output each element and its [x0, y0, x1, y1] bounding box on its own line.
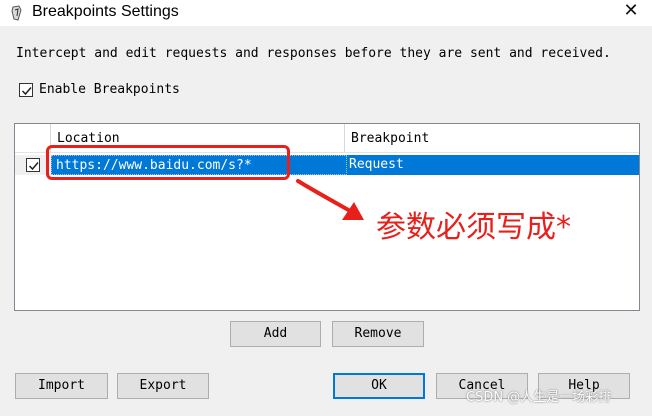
column-header-breakpoint[interactable]: Breakpoint	[345, 124, 639, 152]
watermark: CSDN @人生是一场彩排	[466, 390, 612, 405]
import-button[interactable]: Import	[15, 373, 108, 399]
annotation-highlight-box	[46, 145, 290, 180]
row-breakpoint[interactable]: Request	[347, 155, 639, 175]
enable-breakpoints-row[interactable]: Enable Breakpoints	[19, 82, 180, 98]
annotation-arrow-icon	[296, 179, 364, 220]
export-button[interactable]: Export	[117, 373, 209, 399]
close-button[interactable]: ✕	[616, 0, 646, 24]
checkmark-icon	[28, 162, 39, 171]
row-checkbox[interactable]	[26, 158, 40, 172]
title-bar: Breakpoints Settings ✕	[0, 0, 652, 26]
enable-breakpoints-checkbox[interactable]	[19, 83, 33, 97]
window-title: Breakpoints Settings	[32, 3, 179, 20]
close-icon: ✕	[623, 0, 639, 21]
checkmark-icon	[21, 87, 32, 96]
enable-breakpoints-label: Enable Breakpoints	[39, 82, 180, 97]
app-icon	[10, 5, 24, 21]
add-button[interactable]: Add	[230, 321, 321, 347]
ok-button[interactable]: OK	[333, 373, 425, 399]
remove-button[interactable]: Remove	[332, 321, 424, 347]
description-text: Intercept and edit requests and response…	[16, 46, 611, 61]
annotation-text: 参数必须写成*	[376, 210, 571, 245]
